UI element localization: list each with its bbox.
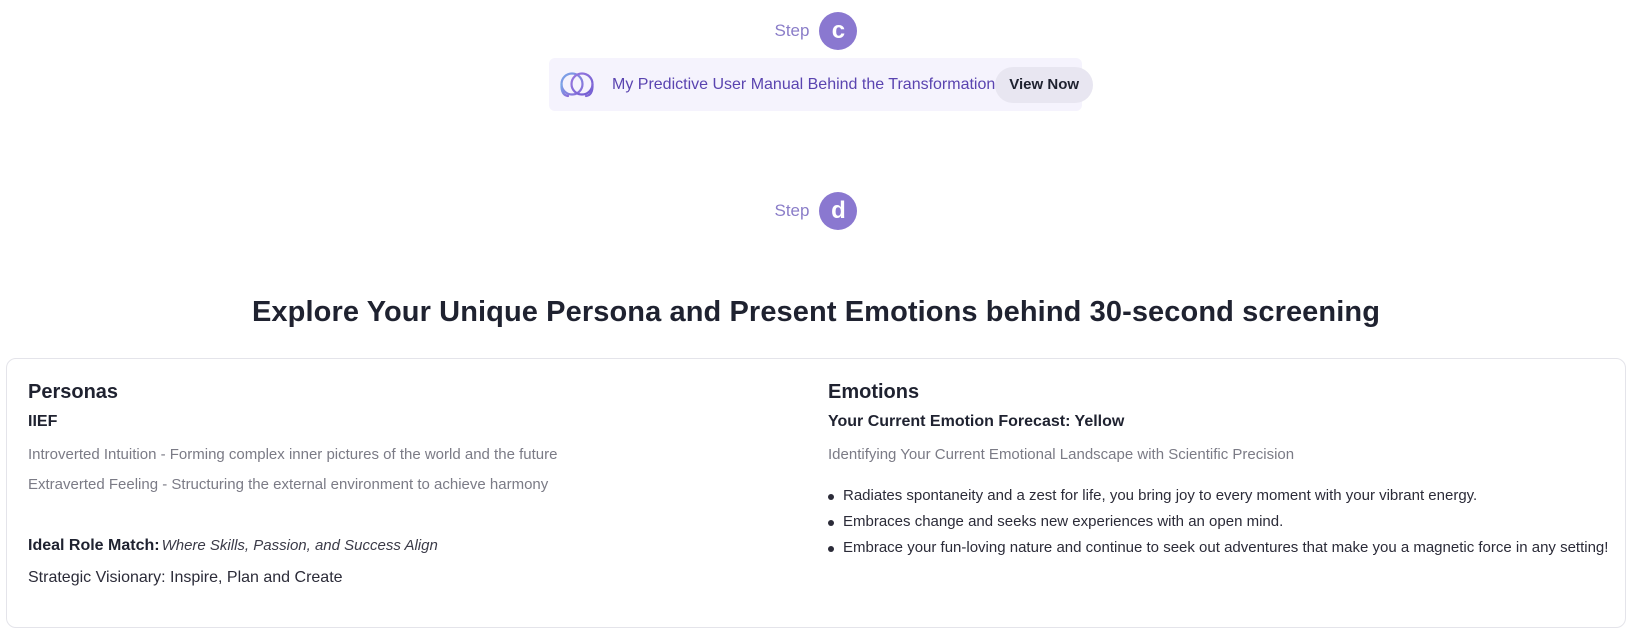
step-label: Step (774, 201, 810, 220)
persona-type-code: IIEF (28, 413, 58, 430)
list-item: Embrace your fun-loving nature and conti… (828, 539, 1608, 565)
ideal-role-value: Strategic Visionary: Inspire, Plan and C… (28, 569, 343, 586)
emotions-heading: Emotions (828, 381, 920, 403)
emotion-description: Identifying Your Current Emotional Lands… (828, 446, 1295, 463)
persona-trait: Extraverted Feeling - Structuring the ex… (28, 476, 549, 493)
emotion-bullet-list: Radiates spontaneity and a zest for life… (828, 487, 1608, 565)
section-title: Explore Your Unique Persona and Present … (251, 296, 1381, 328)
step-badge: c (819, 12, 858, 50)
ideal-role-row: Ideal Role Match: Where Skills, Passion,… (28, 537, 438, 555)
ideal-role-label: Ideal Role Match: (28, 537, 160, 554)
ideal-role-tagline: Where Skills, Passion, and Success Align (161, 537, 438, 554)
persona-emotion-card: Personas IIEF Introverted Intuition - Fo… (6, 358, 1626, 628)
overlapping-circles-icon (560, 71, 594, 97)
user-manual-banner: My Predictive User Manual Behind the Tra… (549, 58, 1094, 111)
page: Step c My Predictive User Manual Behind … (0, 0, 1632, 637)
banner-text: My Predictive User Manual Behind the Tra… (612, 75, 996, 93)
personas-heading: Personas (28, 381, 119, 403)
step-badge: d (819, 192, 858, 230)
step-d-indicator: Step d (0, 192, 1632, 230)
view-now-button[interactable]: View Now (995, 66, 1094, 103)
emotion-forecast: Your Current Emotion Forecast: Yellow (828, 413, 1125, 430)
list-item: Embraces change and seeks new experience… (828, 513, 1608, 539)
list-item: Radiates spontaneity and a zest for life… (828, 487, 1608, 513)
persona-trait: Introverted Intuition - Forming complex … (28, 446, 558, 463)
step-label: Step (774, 21, 810, 40)
step-c-indicator: Step c (0, 12, 1632, 50)
